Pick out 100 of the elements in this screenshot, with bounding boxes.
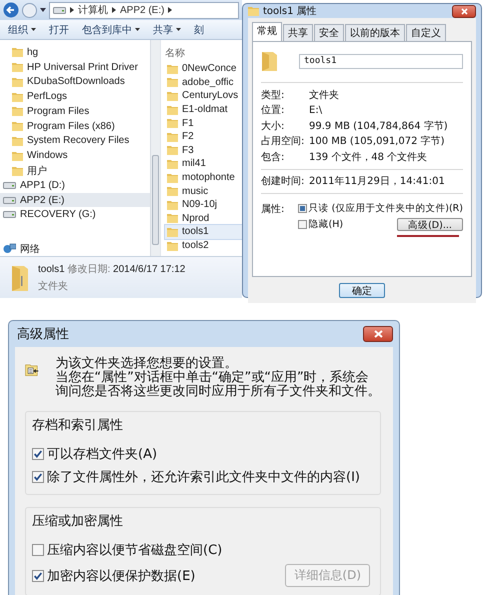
file-item[interactable]: F1: [165, 116, 242, 130]
folder-icon: [167, 145, 178, 156]
scrollbar[interactable]: [150, 40, 160, 256]
close-icon: [374, 330, 382, 338]
nav-item[interactable]: RECOVERY (G:): [0, 207, 150, 222]
file-item[interactable]: tools2: [165, 238, 242, 252]
folder-icon: [12, 47, 23, 58]
back-button[interactable]: [3, 2, 19, 18]
field-label: 类型:: [261, 88, 286, 102]
file-item[interactable]: tools1: [165, 225, 242, 239]
folder-icon: [167, 240, 178, 251]
tab[interactable]: 安全: [314, 24, 344, 41]
close-button[interactable]: [363, 326, 393, 342]
toolbar-button[interactable]: 包含到库中: [82, 22, 140, 36]
nav-item[interactable]: HP Universal Print Driver: [0, 60, 150, 75]
checkbox[interactable]: [32, 570, 44, 582]
tab[interactable]: 以前的版本: [345, 24, 405, 41]
nav-item[interactable]: Program Files: [0, 104, 150, 119]
checkbox-label[interactable]: 隐藏(H): [308, 218, 344, 231]
folder-icon: [167, 213, 178, 224]
field-label: 包含:: [261, 150, 286, 164]
nav-item[interactable]: KDubaSoftDownloads: [0, 74, 150, 90]
file-item[interactable]: mil41: [165, 157, 242, 171]
checkbox[interactable]: [32, 471, 44, 483]
file-item[interactable]: CenturyLovs: [165, 89, 242, 103]
folder-icon: [261, 50, 279, 72]
folder-icon: [12, 106, 23, 116]
drive-icon: [3, 182, 16, 189]
folder-icon: [12, 62, 23, 72]
window-title: tools1 属性: [263, 4, 317, 18]
checkbox[interactable]: [298, 220, 307, 229]
folder-icon: [167, 226, 178, 237]
nav-item[interactable]: hg: [0, 45, 150, 60]
advanced-button[interactable]: 高级(D)...: [397, 218, 463, 230]
nav-item[interactable]: Windows: [0, 148, 150, 164]
ok-button[interactable]: 确定: [339, 282, 385, 298]
nav-item[interactable]: 用户: [0, 163, 150, 178]
nav-item[interactable]: APP2 (E:): [0, 192, 150, 208]
folder-icon: [248, 6, 259, 16]
drive-icon: [53, 6, 66, 14]
checkbox-label[interactable]: 可以存档文件夹(A): [47, 445, 158, 463]
field-value: 100 MB (105,091,072 字节): [309, 134, 445, 148]
toolbar-button[interactable]: 刻: [194, 22, 204, 36]
field-value: 99.9 MB (104,784,864 字节): [309, 120, 448, 133]
checkbox[interactable]: [32, 544, 44, 556]
underline-mark: [397, 235, 459, 237]
column-header[interactable]: 名称: [165, 44, 242, 62]
folder-icon: [167, 172, 178, 183]
toolbar-button[interactable]: 组织: [8, 22, 36, 36]
file-item[interactable]: motophonte: [165, 170, 242, 184]
field-label: 创建时间:: [261, 174, 306, 188]
field-value: 2011年11月29日，14:41:01: [309, 175, 445, 188]
checkbox[interactable]: [32, 448, 44, 460]
file-item[interactable]: E1-oldmat: [165, 102, 242, 116]
file-type: 文件夹: [38, 280, 69, 293]
file-item[interactable]: 0NewConce: [165, 62, 242, 76]
file-item[interactable]: N09-10j: [165, 198, 242, 212]
field-label: 大小:: [261, 120, 286, 133]
folder-icon: [167, 90, 178, 101]
checkbox[interactable]: [298, 204, 307, 213]
window-title: 高级属性: [17, 326, 69, 343]
name-field[interactable]: tools1: [299, 54, 463, 68]
group-title: 存档和索引属性: [32, 417, 124, 434]
folder-icon: [167, 132, 178, 142]
nav-item[interactable]: System Recovery Files: [0, 134, 150, 148]
toolbar-button[interactable]: 打开: [49, 22, 69, 36]
file-item[interactable]: F3: [165, 144, 242, 158]
modified-date: 2014/6/17 17:12: [113, 264, 186, 275]
file-item[interactable]: music: [165, 184, 242, 198]
folder-icon: [12, 166, 23, 176]
modified-label: 修改日期:: [67, 264, 110, 275]
file-item[interactable]: adobe_offic: [165, 76, 242, 90]
file-item[interactable]: F2: [165, 130, 242, 144]
checkbox-label[interactable]: 压缩内容以便节省磁盘空间(C): [47, 541, 222, 559]
folder-icon: [167, 186, 178, 196]
folder-icon: [12, 136, 23, 146]
close-button[interactable]: [452, 4, 476, 18]
nav-item[interactable]: Program Files (x86): [0, 118, 150, 134]
toolbar-button[interactable]: 共享: [153, 22, 181, 36]
address-bar[interactable]: 计算机 APP2 (E:): [49, 2, 239, 18]
nav-item[interactable]: APP1 (D:): [0, 178, 150, 193]
checkbox-label[interactable]: 加密内容以便保护数据(E): [47, 566, 196, 584]
breadcrumb-item[interactable]: APP2 (E:): [120, 4, 164, 16]
folder-icon: [12, 92, 23, 102]
checkbox-label[interactable]: 除了文件属性外，还允许索引此文件夹中文件的内容(I): [47, 468, 360, 486]
field-value: 139 个文件，48 个文件夹: [309, 150, 428, 164]
breadcrumb-item[interactable]: 计算机: [78, 3, 108, 17]
tab[interactable]: 共享: [283, 24, 313, 41]
caret-icon[interactable]: [40, 8, 46, 12]
tab[interactable]: 常规: [252, 22, 282, 41]
nav-item[interactable]: 网络: [0, 241, 150, 256]
checkbox-label[interactable]: 只读 (仅应用于文件夹中的文件)(R): [308, 202, 463, 215]
nav-item[interactable]: PerfLogs: [0, 89, 150, 104]
tab[interactable]: 自定义: [406, 24, 446, 41]
folder-icon: [167, 118, 178, 128]
field-label: 位置:: [261, 104, 286, 118]
file-name: tools1: [38, 264, 65, 275]
drive-icon: [3, 211, 16, 218]
folder-icon: [12, 76, 23, 87]
folder-icon: [167, 64, 178, 74]
